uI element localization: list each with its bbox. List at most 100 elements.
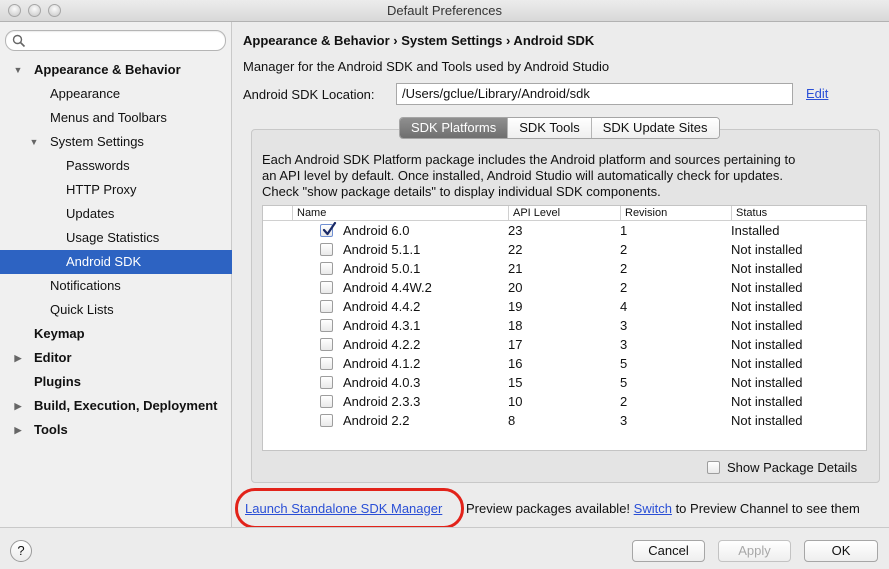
preview-notice: Preview packages available! Switch to Pr… — [466, 501, 860, 516]
show-package-details-checkbox[interactable] — [707, 461, 720, 474]
cell-rev: 2 — [620, 394, 628, 409]
expand-right-icon[interactable]: ▶ — [13, 418, 23, 442]
sidebar-item[interactable]: Menus and Toolbars — [0, 106, 232, 130]
sidebar-item[interactable]: ▶ Tools — [0, 418, 232, 442]
search-input[interactable] — [5, 30, 226, 51]
expand-down-icon[interactable]: ▼ — [13, 58, 23, 82]
cell-status: Installed — [731, 223, 780, 238]
table-row[interactable]: Android 4.2.2 17 3 Not installed — [263, 335, 866, 354]
table-row[interactable]: Android 4.1.2 16 5 Not installed — [263, 354, 866, 373]
sidebar-item-label: Android SDK — [66, 254, 142, 269]
panel-description: Manager for the Android SDK and Tools us… — [243, 59, 610, 74]
sidebar-item[interactable]: ▶ Editor — [0, 346, 232, 370]
column-header-name[interactable]: Name — [292, 206, 508, 221]
cell-status: Not installed — [731, 242, 803, 257]
apply-button[interactable]: Apply — [718, 540, 791, 562]
package-checkbox[interactable] — [320, 300, 333, 313]
sidebar-item-label: Quick Lists — [50, 302, 114, 317]
edit-sdk-location-link[interactable]: Edit — [806, 86, 828, 101]
expand-down-icon[interactable]: ▼ — [29, 130, 39, 154]
switch-channel-link[interactable]: Switch — [634, 501, 672, 516]
sdk-location-field[interactable]: /Users/gclue/Library/Android/sdk — [396, 83, 793, 105]
cell-api: 19 — [508, 299, 523, 314]
sidebar-item[interactable]: Usage Statistics — [0, 226, 232, 250]
launch-standalone-sdk-manager-link[interactable]: Launch Standalone SDK Manager — [245, 501, 442, 516]
sdk-tabs: SDK Platforms SDK Tools SDK Update Sites — [399, 117, 720, 139]
column-header-revision[interactable]: Revision — [620, 206, 731, 221]
package-checkbox[interactable] — [320, 338, 333, 351]
sidebar-item[interactable]: ▼ Appearance & Behavior — [0, 58, 232, 82]
table-row[interactable]: Android 4.0.3 15 5 Not installed — [263, 373, 866, 392]
sidebar-item-label: Plugins — [34, 374, 81, 389]
title-bar: Default Preferences — [0, 0, 889, 22]
package-checkbox[interactable] — [320, 222, 337, 237]
table-row[interactable]: Android 2.2 8 3 Not installed — [263, 411, 866, 430]
package-checkbox[interactable] — [320, 243, 333, 256]
settings-sidebar: ▼ Appearance & Behavior Appearance Menus an… — [0, 22, 232, 527]
sdk-tab[interactable]: SDK Tools — [508, 118, 592, 138]
sidebar-item[interactable]: Appearance — [0, 82, 232, 106]
cell-status: Not installed — [731, 356, 803, 371]
show-package-details-label: Show Package Details — [727, 460, 858, 475]
cell-status: Not installed — [731, 394, 803, 409]
window-title: Default Preferences — [387, 3, 502, 18]
table-row[interactable]: Android 4.4.2 19 4 Not installed — [263, 297, 866, 316]
sidebar-item[interactable]: ▶ Build, Execution, Deployment — [0, 394, 232, 418]
dialog-footer: ? Cancel Apply OK — [0, 527, 889, 569]
help-button[interactable]: ? — [10, 540, 32, 562]
cell-api: 17 — [508, 337, 523, 352]
breadcrumb: Appearance & Behavior › System Settings … — [243, 33, 595, 48]
table-row[interactable]: Android 4.3.1 18 3 Not installed — [263, 316, 866, 335]
info-line: Each Android SDK Platform package includ… — [262, 152, 796, 167]
column-header-api-level[interactable]: API Level — [508, 206, 620, 221]
package-checkbox[interactable] — [320, 376, 333, 389]
table-row[interactable]: Android 6.0 23 1 Installed — [263, 221, 866, 240]
sidebar-item-label: Keymap — [34, 326, 85, 341]
sidebar-item[interactable]: ▼ System Settings — [0, 130, 232, 154]
column-header-status[interactable]: Status — [731, 206, 866, 221]
cell-rev: 2 — [620, 242, 628, 257]
sidebar-item[interactable]: Android SDK — [0, 250, 232, 274]
sidebar-item[interactable]: HTTP Proxy — [0, 178, 232, 202]
checkmark-icon — [322, 222, 337, 236]
package-checkbox[interactable] — [320, 395, 333, 408]
cell-name: Android 2.3.3 — [343, 394, 421, 409]
sidebar-item[interactable]: Updates — [0, 202, 232, 226]
cell-rev: 3 — [620, 337, 628, 352]
sdk-tab[interactable]: SDK Platforms — [400, 118, 509, 138]
cell-rev: 2 — [620, 280, 628, 295]
expand-right-icon[interactable]: ▶ — [13, 394, 23, 418]
table-row[interactable]: Android 4.4W.2 20 2 Not installed — [263, 278, 866, 297]
sidebar-item-label: Build, Execution, Deployment — [34, 398, 218, 413]
settings-tree: ▼ Appearance & Behavior Appearance Menus an… — [0, 58, 232, 442]
preview-text-after: to Preview Channel to see them — [671, 501, 860, 516]
expand-right-icon[interactable]: ▶ — [13, 346, 23, 370]
table-row[interactable]: Android 2.3.3 10 2 Not installed — [263, 392, 866, 411]
sidebar-item[interactable]: Quick Lists — [0, 298, 232, 322]
cell-rev: 5 — [620, 356, 628, 371]
sidebar-item[interactable]: Passwords — [0, 154, 232, 178]
cancel-button[interactable]: Cancel — [632, 540, 705, 562]
sidebar-item-label: Editor — [34, 350, 72, 365]
sidebar-item-label: Tools — [34, 422, 68, 437]
sidebar-item[interactable]: Plugins — [0, 370, 232, 394]
package-checkbox[interactable] — [320, 357, 333, 370]
preferences-window: Default Preferences ▼ Appearance & Behavi… — [0, 0, 889, 569]
android-sdk-panel: Appearance & Behavior › System Settings … — [233, 22, 889, 529]
package-checkbox[interactable] — [320, 319, 333, 332]
cell-name: Android 4.4.2 — [343, 299, 421, 314]
cell-rev: 3 — [620, 413, 628, 428]
table-row[interactable]: Android 5.0.1 21 2 Not installed — [263, 259, 866, 278]
ok-button[interactable]: OK — [804, 540, 878, 562]
package-checkbox[interactable] — [320, 414, 333, 427]
cell-name: Android 4.4W.2 — [343, 280, 432, 295]
cell-status: Not installed — [731, 299, 803, 314]
package-checkbox[interactable] — [320, 281, 333, 294]
sdk-tab[interactable]: SDK Update Sites — [591, 118, 719, 138]
table-row[interactable]: Android 5.1.1 22 2 Not installed — [263, 240, 866, 259]
sidebar-item[interactable]: Notifications — [0, 274, 232, 298]
package-checkbox[interactable] — [320, 262, 333, 275]
sidebar-item[interactable]: Keymap — [0, 322, 232, 346]
sdk-platforms-table: Name API Level Revision Status Android 6… — [262, 205, 867, 451]
cell-status: Not installed — [731, 413, 803, 428]
